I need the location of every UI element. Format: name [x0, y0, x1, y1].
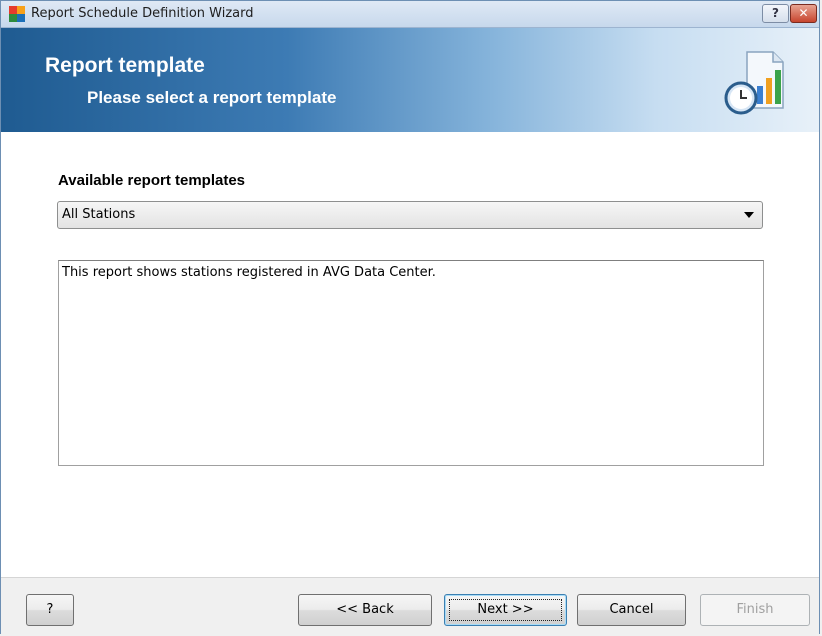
page-subtitle: Please select a report template: [87, 88, 337, 107]
wizard-content: Available report templates All Stations …: [1, 132, 819, 577]
help-button[interactable]: ?: [26, 594, 74, 626]
focus-indicator: [449, 599, 562, 621]
templates-label: Available report templates: [58, 172, 246, 189]
page-title: Report template: [45, 54, 205, 77]
report-schedule-icon: [724, 51, 784, 115]
template-dropdown-value: All Stations: [62, 207, 136, 222]
back-button[interactable]: << Back: [298, 594, 432, 626]
next-button[interactable]: Next >>: [444, 594, 567, 626]
template-description-box[interactable]: This report shows stations registered in…: [58, 260, 764, 466]
chevron-down-icon[interactable]: [744, 212, 754, 218]
title-help-button[interactable]: ?: [762, 4, 789, 23]
cancel-button[interactable]: Cancel: [577, 594, 686, 626]
avg-app-icon: [9, 6, 25, 22]
title-bar[interactable]: Report Schedule Definition Wizard ? ✕: [1, 1, 819, 28]
template-description: This report shows stations registered in…: [62, 265, 436, 280]
close-button[interactable]: ✕: [790, 4, 817, 23]
window-title: Report Schedule Definition Wizard: [31, 6, 254, 21]
wizard-window: Report Schedule Definition Wizard ? ✕ Re…: [0, 0, 820, 636]
template-dropdown[interactable]: All Stations: [57, 201, 763, 229]
wizard-footer: ? << Back Next >> Cancel Finish: [1, 577, 819, 636]
wizard-header: Report template Please select a report t…: [1, 28, 819, 132]
finish-button[interactable]: Finish: [700, 594, 810, 626]
